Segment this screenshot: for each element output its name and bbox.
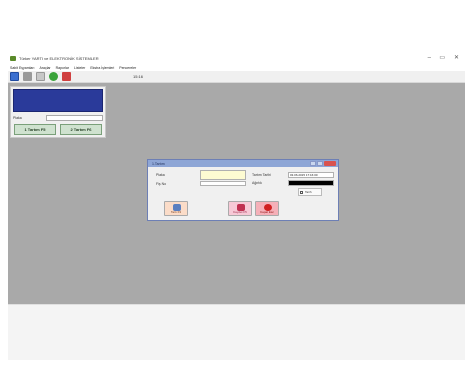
tarih-checkbox[interactable]: Tarih bbox=[298, 188, 322, 196]
workspace: Plaka 1 Tartım F5 2 Tartım F6 1.Tartım P… bbox=[8, 83, 465, 304]
fis-no-field[interactable] bbox=[200, 181, 246, 186]
menu-listeler[interactable]: Listeler bbox=[74, 66, 85, 70]
tarti-button[interactable]: Tartı F3 bbox=[164, 201, 188, 216]
info-panel: Plaka 1 Tartım F5 2 Tartım F6 bbox=[10, 86, 106, 138]
menu-pencereler[interactable]: Pencereler bbox=[119, 66, 136, 70]
menu-ekstra-islemleri[interactable]: Ekstra İşlemleri bbox=[90, 66, 114, 70]
arrow-icon[interactable] bbox=[49, 72, 58, 81]
menu-sabit-esyamlari[interactable]: Sabit Eşyamları bbox=[10, 66, 35, 70]
screenshot-frame: Türker YARTI ve ELEKTRONİK SİSTEMLER – ▭… bbox=[0, 0, 473, 367]
tarih-checkbox-label: Tarih bbox=[305, 190, 312, 194]
dialog-close-button[interactable] bbox=[324, 161, 336, 166]
weighing-dialog: 1.Tartım Plaka Fiş No Tartım Tarihi 03.0… bbox=[147, 159, 339, 221]
minimize-button[interactable]: – bbox=[428, 54, 431, 62]
second-weighing-button[interactable]: 2 Tartım F6 bbox=[60, 124, 102, 135]
plaka-input[interactable] bbox=[46, 115, 103, 121]
dialog-maximize-button[interactable] bbox=[317, 161, 323, 166]
title-bar: Türker YARTI ve ELEKTRONİK SİSTEMLER – ▭… bbox=[8, 52, 465, 64]
tartim-tarihi-field[interactable]: 03.06.2015 17:16:00 bbox=[288, 172, 334, 178]
close-button[interactable]: ✕ bbox=[454, 54, 459, 62]
toolbar: 15:16 bbox=[8, 71, 465, 83]
checkbox-box bbox=[300, 190, 303, 194]
scale-icon[interactable] bbox=[62, 72, 71, 81]
kapat-button[interactable]: Kapat Esc bbox=[255, 201, 279, 216]
menu-araclar[interactable]: Araçlar bbox=[40, 66, 51, 70]
weight-display bbox=[13, 89, 103, 112]
dialog-title-bar: 1.Tartım bbox=[148, 160, 338, 167]
plaka-label: Plaka bbox=[13, 116, 22, 120]
tartim-tarihi-label: Tartım Tarihi bbox=[252, 173, 271, 177]
window-title: Türker YARTI ve ELEKTRONİK SİSTEMLER bbox=[19, 55, 99, 61]
dialog-minimize-button[interactable] bbox=[310, 161, 316, 166]
dialog-title: 1.Tartım bbox=[152, 161, 165, 166]
maximize-button[interactable]: ▭ bbox=[439, 54, 445, 62]
screen-icon[interactable] bbox=[10, 72, 19, 81]
fis-no-label: Fiş No bbox=[156, 182, 167, 186]
plaka-field[interactable] bbox=[200, 170, 246, 180]
print-icon[interactable] bbox=[23, 72, 32, 81]
close-icon bbox=[264, 204, 272, 211]
first-weighing-button[interactable]: 1 Tartım F5 bbox=[14, 124, 56, 135]
kaydet-button[interactable]: Kaydet F5 bbox=[228, 201, 252, 216]
menu-bar: Sabit Eşyamları Araçlar Raporlar Listele… bbox=[8, 64, 465, 71]
save-icon bbox=[237, 204, 245, 211]
agirlik-field bbox=[288, 180, 334, 186]
app-icon bbox=[10, 55, 16, 61]
scale-icon bbox=[173, 204, 181, 211]
toolbar-clock: 15:16 bbox=[133, 74, 144, 79]
agirlik-label: Ağırlık bbox=[252, 181, 262, 185]
plaka-field-label: Plaka bbox=[156, 173, 165, 177]
bottom-strip bbox=[8, 304, 465, 360]
menu-raporlar[interactable]: Raporlar bbox=[56, 66, 69, 70]
app-window: Türker YARTI ve ELEKTRONİK SİSTEMLER – ▭… bbox=[8, 52, 465, 304]
edit-icon[interactable] bbox=[36, 72, 45, 81]
